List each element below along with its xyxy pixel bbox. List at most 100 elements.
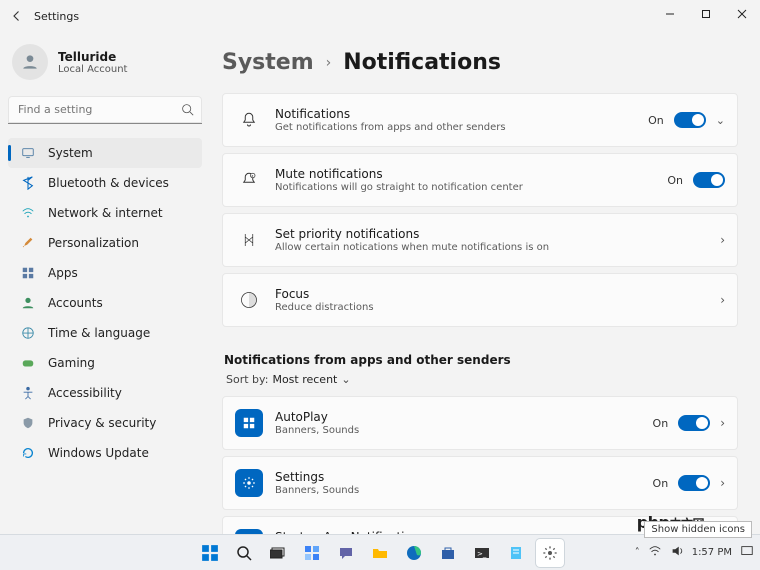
shield-icon [20, 415, 36, 431]
sidebar-item-label: Personalization [48, 236, 139, 250]
search-box[interactable] [8, 96, 202, 124]
apps-section-header: Notifications from apps and other sender… [224, 353, 738, 367]
sort-label: Sort by: [226, 373, 268, 386]
bell-mute-icon: z [235, 166, 263, 194]
settings-taskbar-button[interactable] [536, 539, 564, 567]
chat-button[interactable] [332, 539, 360, 567]
toggle-mute[interactable] [693, 172, 725, 188]
sidebar-item-label: Accessibility [48, 386, 122, 400]
setting-focus[interactable]: FocusReduce distractions › [222, 273, 738, 327]
setting-title: Set priority notifications [275, 227, 720, 241]
sidebar-item-bluetooth[interactable]: Bluetooth & devices [8, 168, 202, 198]
search-button[interactable] [230, 539, 258, 567]
profile-block[interactable]: Telluride Local Account [8, 38, 202, 90]
toggle-notifications[interactable] [674, 112, 706, 128]
sidebar-item-label: Time & language [48, 326, 150, 340]
taskbar-center: >_ [196, 539, 564, 567]
explorer-button[interactable] [366, 539, 394, 567]
toggle-settings[interactable] [678, 475, 710, 491]
priority-icon [235, 226, 263, 254]
sidebar-item-update[interactable]: Windows Update [8, 438, 202, 468]
sidebar-item-label: Privacy & security [48, 416, 156, 430]
sidebar-item-label: Bluetooth & devices [48, 176, 169, 190]
titlebar: Settings [0, 0, 760, 32]
nav-list: System Bluetooth & devices Network & int… [8, 138, 202, 468]
accessibility-icon [20, 385, 36, 401]
setting-mute-notifications[interactable]: z Mute notificationsNotifications will g… [222, 153, 738, 207]
chevron-right-icon: › [720, 233, 725, 247]
chevron-down-icon[interactable]: ⌄ [716, 114, 725, 127]
setting-title: Notifications [275, 107, 648, 121]
search-icon [181, 103, 194, 119]
app-settings[interactable]: SettingsBanners, Sounds On› [222, 456, 738, 510]
setting-sub: Get notifications from apps and other se… [275, 122, 648, 133]
sidebar: Telluride Local Account System Bluetooth… [0, 32, 210, 534]
store-button[interactable] [434, 539, 462, 567]
app-autoplay[interactable]: AutoPlayBanners, Sounds On› [222, 396, 738, 450]
chevron-down-icon: ⌄ [341, 373, 350, 386]
toggle-autoplay[interactable] [678, 415, 710, 431]
sidebar-item-privacy[interactable]: Privacy & security [8, 408, 202, 438]
setting-sub: Notifications will go straight to notifi… [275, 182, 667, 193]
app-icon [235, 409, 263, 437]
search-input[interactable] [8, 96, 202, 124]
maximize-button[interactable] [688, 0, 724, 28]
sidebar-item-label: Accounts [48, 296, 103, 310]
task-view-button[interactable] [264, 539, 292, 567]
sidebar-item-apps[interactable]: Apps [8, 258, 202, 288]
terminal-button[interactable]: >_ [468, 539, 496, 567]
edge-button[interactable] [400, 539, 428, 567]
sidebar-item-accessibility[interactable]: Accessibility [8, 378, 202, 408]
breadcrumb-parent[interactable]: System [222, 50, 314, 75]
wifi-icon [20, 205, 36, 221]
setting-sub: Allow certain notications when mute noti… [275, 242, 720, 253]
gaming-icon [20, 355, 36, 371]
setting-sub: Reduce distractions [275, 302, 720, 313]
system-tray[interactable]: Show hidden icons ˄ 1:57 PM [635, 534, 754, 570]
minimize-button[interactable] [652, 0, 688, 28]
person-icon [20, 295, 36, 311]
avatar [12, 44, 48, 80]
profile-account-type: Local Account [58, 64, 127, 75]
sidebar-item-label: System [48, 146, 93, 160]
sidebar-item-accounts[interactable]: Accounts [8, 288, 202, 318]
back-button[interactable] [10, 9, 24, 23]
tray-chevron-icon[interactable]: ˄ [635, 547, 640, 558]
tray-network-icon[interactable] [648, 544, 662, 561]
sort-by[interactable]: Sort by: Most recent ⌄ [226, 373, 738, 386]
widgets-button[interactable] [298, 539, 326, 567]
toggle-state: On [667, 174, 683, 187]
app-sub: Banners, Sounds [275, 485, 653, 496]
sidebar-item-network[interactable]: Network & internet [8, 198, 202, 228]
profile-name: Telluride [58, 50, 127, 64]
close-button[interactable] [724, 0, 760, 28]
sidebar-item-gaming[interactable]: Gaming [8, 348, 202, 378]
app-sub: Banners, Sounds [275, 425, 653, 436]
taskbar: >_ Show hidden icons ˄ 1:57 PM [0, 534, 760, 570]
chevron-right-icon: › [326, 55, 332, 71]
sidebar-item-label: Gaming [48, 356, 95, 370]
tray-clock[interactable]: 1:57 PM [692, 547, 732, 558]
system-icon [20, 145, 36, 161]
notepad-button[interactable] [502, 539, 530, 567]
gear-icon [235, 469, 263, 497]
sort-value: Most recent [272, 373, 337, 386]
breadcrumb: System › Notifications [222, 50, 738, 75]
tray-notifications-icon[interactable] [740, 544, 754, 561]
sidebar-item-time-language[interactable]: Time & language [8, 318, 202, 348]
svg-text:>_: >_ [477, 550, 487, 558]
tray-volume-icon[interactable] [670, 544, 684, 561]
setting-priority-notifications[interactable]: Set priority notificationsAllow certain … [222, 213, 738, 267]
focus-icon [235, 286, 263, 314]
sidebar-item-label: Windows Update [48, 446, 149, 460]
chevron-right-icon: › [720, 293, 725, 307]
apps-icon [20, 265, 36, 281]
sidebar-item-system[interactable]: System [8, 138, 202, 168]
setting-title: Mute notifications [275, 167, 667, 181]
sidebar-item-label: Apps [48, 266, 78, 280]
start-button[interactable] [196, 539, 224, 567]
bluetooth-icon [20, 175, 36, 191]
sidebar-item-personalization[interactable]: Personalization [8, 228, 202, 258]
setting-notifications[interactable]: NotificationsGet notifications from apps… [222, 93, 738, 147]
toggle-state: On [653, 417, 669, 430]
